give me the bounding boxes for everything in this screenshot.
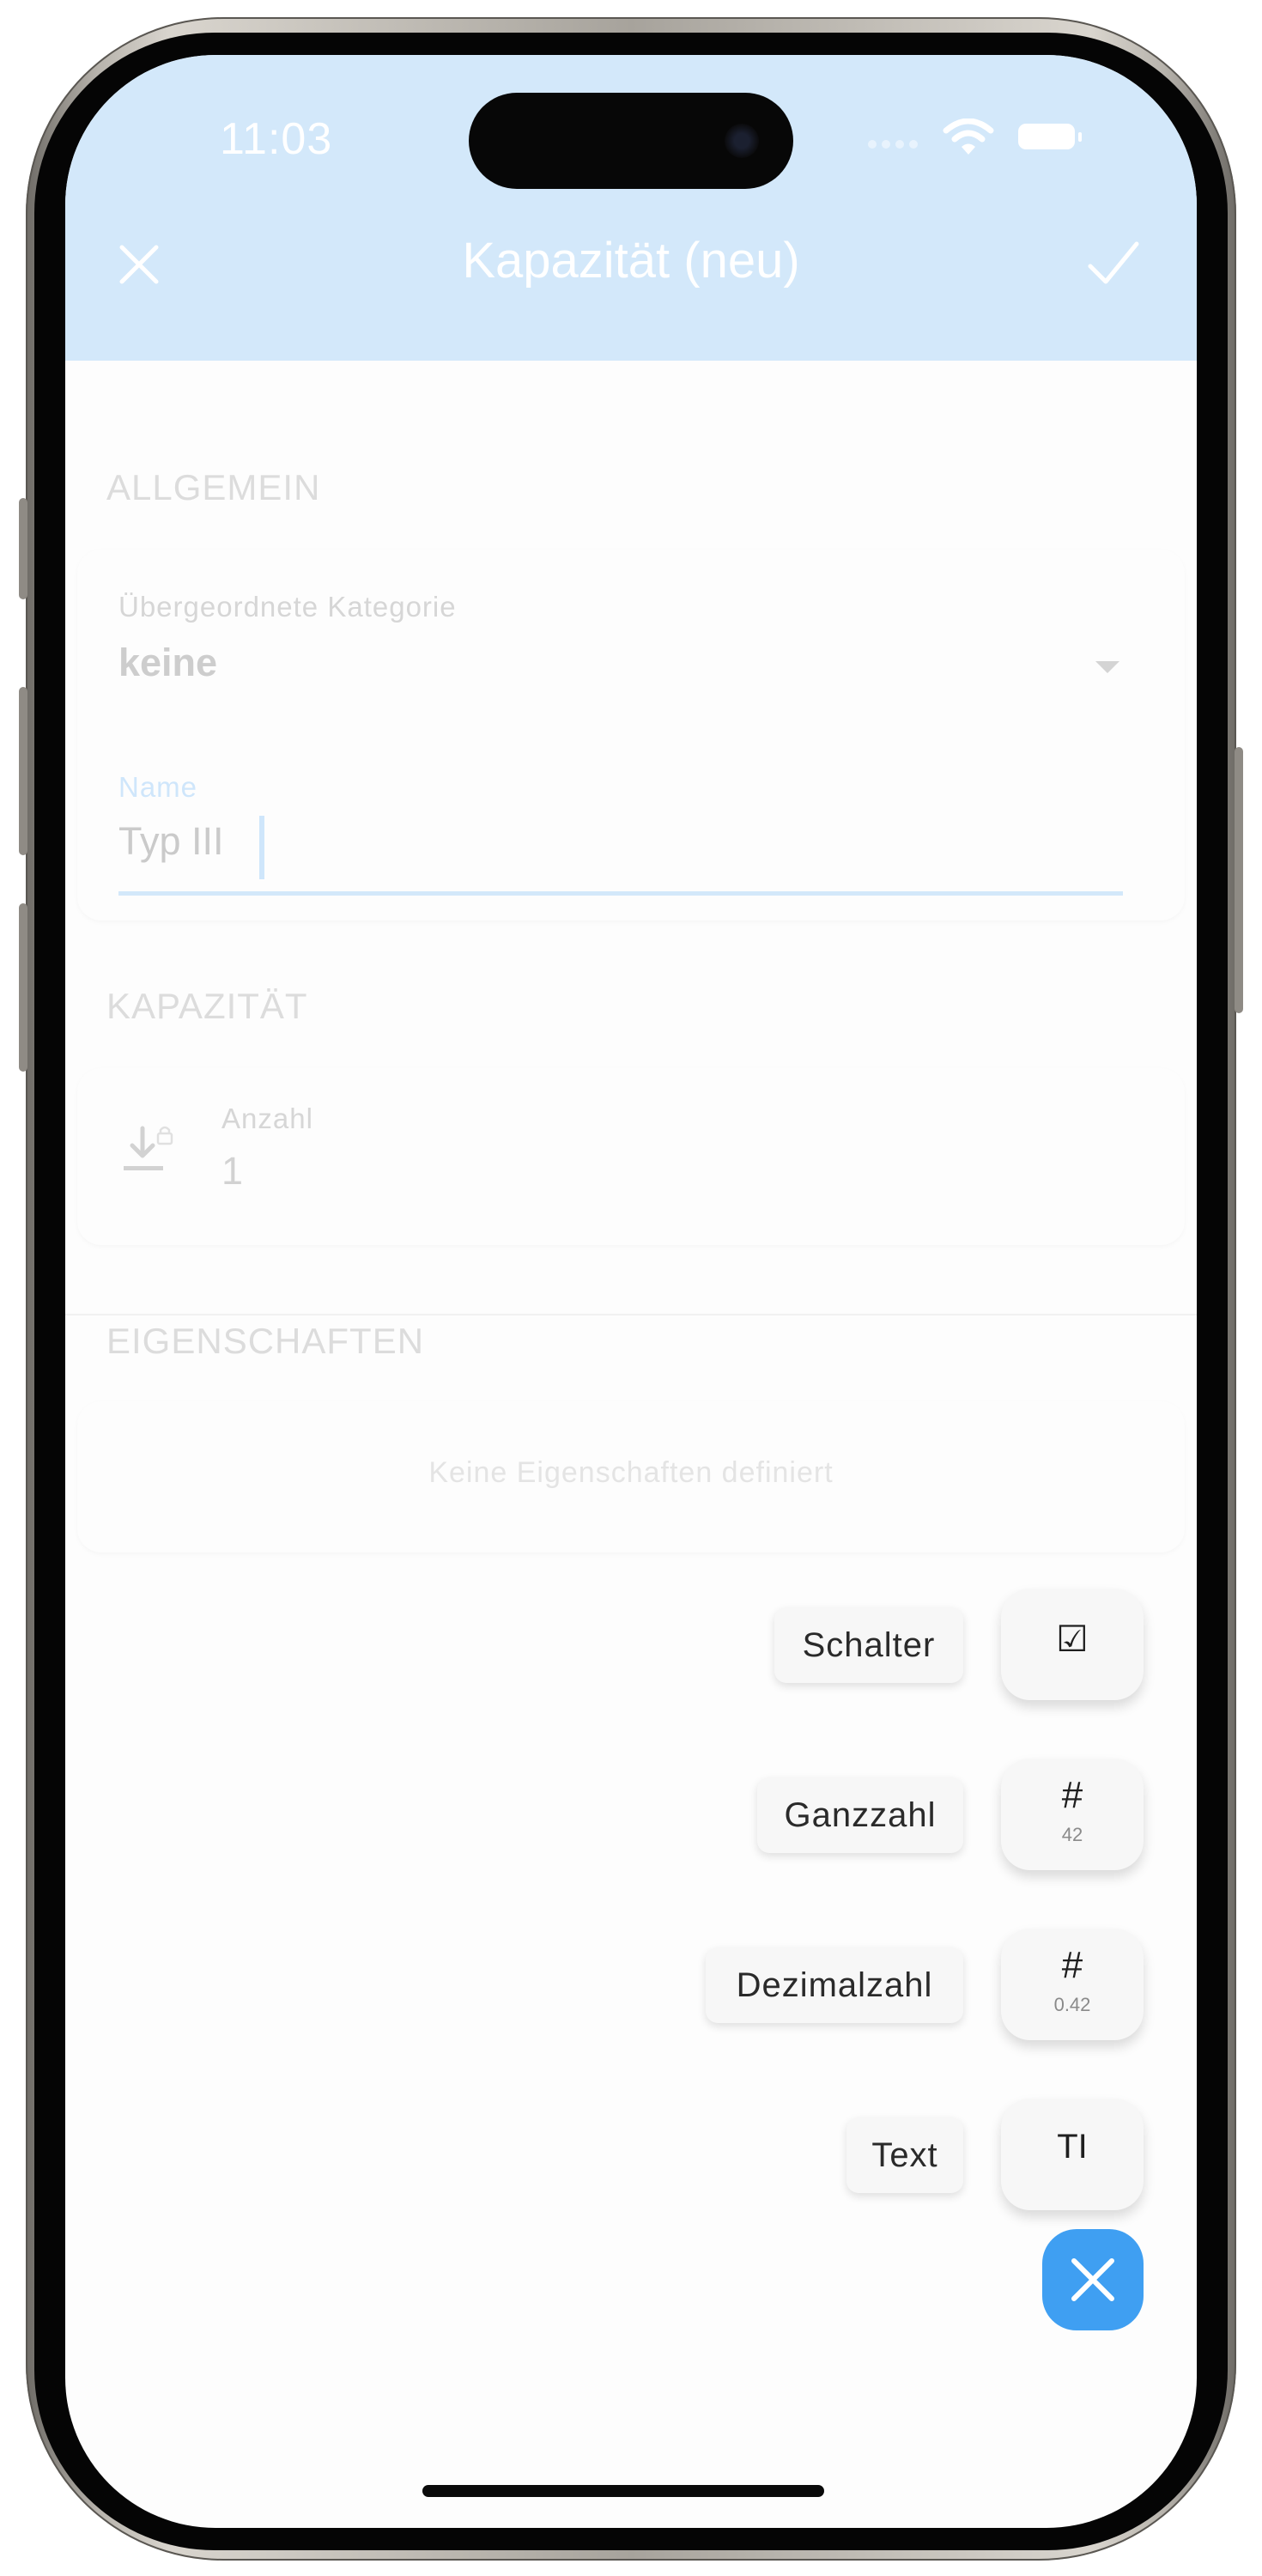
phone-screen: 11:03 Kapazität (neu) ALLGEMEIN Übergeor… (65, 55, 1197, 2528)
parent-category-label: Übergeordnete Kategorie (118, 591, 457, 623)
add-switch-button[interactable]: ☑ (1001, 1589, 1144, 1700)
volume-up-button (19, 687, 27, 855)
speed-dial-label-decimal[interactable]: Dezimalzahl (706, 1947, 963, 2023)
capacity-card: Anzahl 1 (77, 1068, 1185, 1245)
count-value: 1 (221, 1149, 244, 1193)
name-label: Name (118, 771, 198, 803)
checkmark-icon (1088, 241, 1139, 284)
volume-down-button (19, 903, 27, 1072)
camera-icon (725, 124, 759, 158)
dropdown-arrow-icon (1095, 661, 1119, 673)
hash-icon: # (1061, 1944, 1083, 1986)
speed-dial-close-button[interactable] (1042, 2229, 1144, 2330)
empty-properties-text: Keine Eigenschaften definiert (428, 1456, 834, 1489)
properties-card: Keine Eigenschaften definiert (77, 1401, 1185, 1552)
parent-category-value: keine (118, 641, 218, 684)
page-title: Kapazität (neu) (462, 233, 800, 289)
status-bar: 11:03 (65, 55, 1197, 192)
name-field-underline (118, 891, 1123, 896)
add-decimal-button[interactable]: # 0.42 (1001, 1929, 1144, 2040)
checkbox-icon: ☑ (1056, 1619, 1089, 1659)
close-icon (1071, 2258, 1114, 2301)
general-card: Übergeordnete Kategorie keine Name Typ I… (77, 550, 1185, 920)
cellular-signal-icon (868, 137, 923, 153)
hash-icon: # (1061, 1774, 1083, 1816)
count-row[interactable]: Anzahl 1 (77, 1068, 1185, 1245)
power-button (1235, 747, 1243, 1013)
count-label: Anzahl (221, 1103, 313, 1134)
name-input[interactable]: Typ III (118, 819, 224, 864)
speed-dial-label-integer[interactable]: Ganzzahl (757, 1777, 963, 1853)
name-field[interactable]: Name Typ III (77, 721, 1185, 896)
battery-icon (1018, 124, 1082, 149)
integer-sample: 42 (1061, 1824, 1083, 1845)
speed-dial-label-switch[interactable]: Schalter (774, 1607, 963, 1683)
section-header-capacity: KAPAZITÄT (106, 986, 308, 1026)
text-cursor (259, 816, 264, 879)
download-lock-icon (124, 1126, 173, 1170)
parent-category-dropdown[interactable]: Übergeordnete Kategorie keine (77, 550, 1185, 721)
home-indicator[interactable] (422, 2485, 824, 2497)
dynamic-island (469, 93, 793, 189)
divider (65, 1314, 1197, 1315)
text-cursor-icon: TI (1057, 2128, 1088, 2166)
add-text-button[interactable]: TI (1001, 2099, 1144, 2210)
app-bar: Kapazität (neu) (65, 192, 1197, 361)
add-integer-button[interactable]: # 42 (1001, 1759, 1144, 1870)
save-button[interactable] (1078, 230, 1147, 299)
status-time: 11:03 (220, 114, 333, 164)
decimal-sample: 0.42 (1053, 1994, 1091, 2015)
wifi-icon (943, 118, 994, 161)
action-button (19, 498, 27, 599)
section-header-general: ALLGEMEIN (106, 467, 321, 507)
speed-dial-label-text[interactable]: Text (846, 2117, 963, 2193)
section-header-properties: EIGENSCHAFTEN (106, 1321, 425, 1361)
